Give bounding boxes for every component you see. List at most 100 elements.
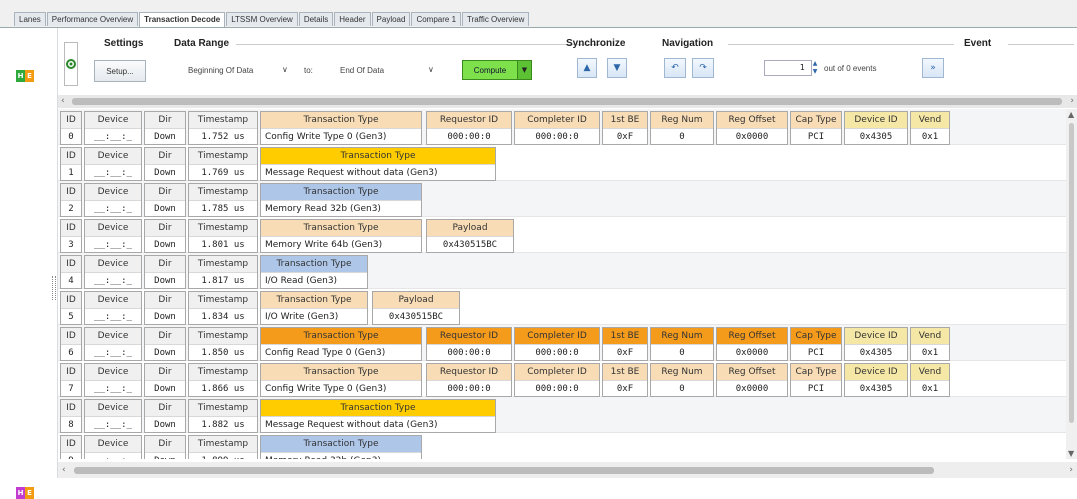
device-cell[interactable]: Device__:__:_ bbox=[84, 327, 142, 361]
table-row[interactable]: ID 0 Device __:__:_ Dir Down Timestamp 1.752 us… bbox=[58, 109, 1066, 145]
table-row[interactable]: ID 3 Device __:__:_ Dir Down Timestamp 1.801 us… bbox=[58, 217, 1066, 253]
range-from-select[interactable]: Beginning Of Data bbox=[188, 66, 253, 75]
bottom-scroll-thumb[interactable] bbox=[74, 467, 934, 474]
transaction-type-cell[interactable]: Transaction TypeMemory Read 32b (Gen3) bbox=[260, 183, 422, 217]
timestamp-cell[interactable]: Timestamp 1.785 us bbox=[188, 183, 258, 217]
range-to-chevron-icon[interactable]: ∨ bbox=[428, 65, 434, 74]
table-row[interactable]: ID 6 Device __:__:_ Dir Down Timestamp 1.850 us… bbox=[58, 325, 1066, 361]
tab-payload[interactable]: Payload bbox=[371, 12, 411, 26]
transaction-type-cell[interactable]: Transaction TypeMemory Read 32b (Gen3) bbox=[260, 435, 422, 459]
completer-id-cell[interactable]: Completer ID 000:00:0 bbox=[514, 363, 600, 397]
dir-cell[interactable]: DirDown bbox=[144, 363, 186, 397]
completer-id-cell[interactable]: Completer ID 000:00:0 bbox=[514, 327, 600, 361]
reg-num-cell[interactable]: Reg Num 0 bbox=[650, 327, 714, 361]
device-id-cell[interactable]: Device ID 0x4305 bbox=[844, 327, 908, 361]
id-cell[interactable]: ID 2 bbox=[60, 183, 82, 217]
tab-details[interactable]: Details bbox=[298, 12, 334, 26]
dir-cell[interactable]: DirDown bbox=[144, 327, 186, 361]
event-spinner[interactable]: ▲ ▼ bbox=[810, 60, 820, 76]
id-cell[interactable]: ID 5 bbox=[60, 291, 82, 325]
device-cell[interactable]: Device__:__:_ bbox=[84, 219, 142, 253]
id-cell[interactable]: ID 6 bbox=[60, 327, 82, 361]
timestamp-cell[interactable]: Timestamp 1.769 us bbox=[188, 147, 258, 181]
device-cell[interactable]: Device__:__:_ bbox=[84, 111, 142, 145]
first-be-cell[interactable]: 1st BE 0xF bbox=[602, 363, 648, 397]
id-cell[interactable]: ID 3 bbox=[60, 219, 82, 253]
splitter-grip[interactable] bbox=[52, 276, 56, 300]
device-cell[interactable]: Device__:__:_ bbox=[84, 291, 142, 325]
bottom-horizontal-scrollbar[interactable]: ‹ › bbox=[58, 462, 1077, 478]
id-cell[interactable]: ID 1 bbox=[60, 147, 82, 181]
transaction-type-cell[interactable]: Transaction Type Config Write Type 0 (Gen… bbox=[260, 363, 422, 397]
scroll-left-icon[interactable]: ‹ bbox=[61, 95, 65, 108]
marker-top[interactable]: HE bbox=[16, 70, 34, 82]
sync-up-button[interactable]: ▲ bbox=[577, 58, 597, 78]
reg-offset-cell[interactable]: Reg Offset 0x0000 bbox=[716, 327, 788, 361]
table-row[interactable]: ID 7 Device __:__:_ Dir Down Timestamp 1.866 us… bbox=[58, 361, 1066, 397]
dir-cell[interactable]: DirDown bbox=[144, 255, 186, 289]
event-go-button[interactable]: » bbox=[922, 58, 944, 78]
cap-type-cell[interactable]: Cap Type PCI bbox=[790, 363, 842, 397]
payload-cell[interactable]: Payload 0x430515BC bbox=[426, 219, 514, 253]
transaction-type-cell[interactable]: Transaction Type Config Read Type 0 (Gen3… bbox=[260, 327, 422, 361]
device-cell[interactable]: Device__:__:_ bbox=[84, 399, 142, 433]
vendor-cell[interactable]: Vend 0x1 bbox=[910, 111, 950, 145]
id-cell[interactable]: ID 4 bbox=[60, 255, 82, 289]
range-from-chevron-icon[interactable]: ∨ bbox=[282, 65, 288, 74]
requestor-id-cell[interactable]: Requestor ID 000:00:0 bbox=[426, 363, 512, 397]
reg-num-cell[interactable]: Reg Num 0 bbox=[650, 111, 714, 145]
timestamp-cell[interactable]: Timestamp 1.866 us bbox=[188, 363, 258, 397]
timestamp-cell[interactable]: Timestamp 1.752 us bbox=[188, 111, 258, 145]
id-cell[interactable]: ID 7 bbox=[60, 363, 82, 397]
table-row[interactable]: ID 1 Device __:__:_ Dir Down Timestamp 1.769 us… bbox=[58, 145, 1066, 181]
dir-cell[interactable]: DirDown bbox=[144, 435, 186, 459]
vendor-cell[interactable]: Vend 0x1 bbox=[910, 327, 950, 361]
table-row[interactable]: ID9Device__:__:_DirDownTimestamp1.899 us… bbox=[58, 433, 1066, 459]
dir-cell[interactable]: DirDown bbox=[144, 399, 186, 433]
compute-button[interactable]: Compute ▼ bbox=[462, 60, 532, 80]
cap-type-cell[interactable]: Cap Type PCI bbox=[790, 327, 842, 361]
bottom-scroll-right-icon[interactable]: › bbox=[1069, 462, 1073, 478]
nav-forward-button[interactable]: ↷ bbox=[692, 58, 714, 78]
tab-compare-1[interactable]: Compare 1 bbox=[411, 12, 462, 26]
scroll-down-icon[interactable]: ▼ bbox=[1068, 449, 1074, 458]
nav-back-button[interactable]: ↶ bbox=[664, 58, 686, 78]
requestor-id-cell[interactable]: Requestor ID 000:00:0 bbox=[426, 327, 512, 361]
table-row[interactable]: ID 8 Device __:__:_ Dir Down Timestamp 1.882 us… bbox=[58, 397, 1066, 433]
dir-cell[interactable]: DirDown bbox=[144, 183, 186, 217]
reg-offset-cell[interactable]: Reg Offset 0x0000 bbox=[716, 363, 788, 397]
id-cell[interactable]: ID 8 bbox=[60, 399, 82, 433]
scroll-up-icon[interactable]: ▲ bbox=[1068, 110, 1074, 119]
transaction-type-cell[interactable]: Transaction Type I/O Write (Gen3) bbox=[260, 291, 368, 325]
transaction-type-cell[interactable]: Transaction Type Config Write Type 0 (Gen… bbox=[260, 111, 422, 145]
dir-cell[interactable]: DirDown bbox=[144, 111, 186, 145]
transaction-type-cell[interactable]: Transaction Type Message Request without … bbox=[260, 399, 496, 433]
tab-traffic-overview[interactable]: Traffic Overview bbox=[462, 12, 530, 26]
reg-num-cell[interactable]: Reg Num 0 bbox=[650, 363, 714, 397]
id-cell[interactable]: ID 0 bbox=[60, 111, 82, 145]
dir-cell[interactable]: DirDown bbox=[144, 219, 186, 253]
vendor-cell[interactable]: Vend 0x1 bbox=[910, 363, 950, 397]
timestamp-cell[interactable]: Timestamp 1.882 us bbox=[188, 399, 258, 433]
scroll-thumb[interactable] bbox=[72, 98, 1062, 105]
device-id-cell[interactable]: Device ID 0x4305 bbox=[844, 363, 908, 397]
dir-cell[interactable]: DirDown bbox=[144, 147, 186, 181]
spin-down-icon[interactable]: ▼ bbox=[810, 68, 820, 76]
transaction-type-cell[interactable]: Transaction Type Memory Write 64b (Gen3) bbox=[260, 219, 422, 253]
dir-cell[interactable]: DirDown bbox=[144, 291, 186, 325]
reg-offset-cell[interactable]: Reg Offset 0x0000 bbox=[716, 111, 788, 145]
vertical-scroll-thumb[interactable] bbox=[1069, 123, 1074, 423]
id-cell[interactable]: ID9 bbox=[60, 435, 82, 459]
marker-bottom[interactable]: HE bbox=[16, 487, 34, 499]
cap-type-cell[interactable]: Cap Type PCI bbox=[790, 111, 842, 145]
compute-dropdown-icon[interactable]: ▼ bbox=[517, 61, 531, 79]
transaction-type-cell[interactable]: Transaction Type I/O Read (Gen3) bbox=[260, 255, 368, 289]
tab-lanes[interactable]: Lanes bbox=[14, 12, 46, 26]
requestor-id-cell[interactable]: Requestor ID 000:00:0 bbox=[426, 111, 512, 145]
timestamp-cell[interactable]: Timestamp 1.801 us bbox=[188, 219, 258, 253]
timestamp-cell[interactable]: Timestamp 1.817 us bbox=[188, 255, 258, 289]
device-cell[interactable]: Device__:__:_ bbox=[84, 363, 142, 397]
device-cell[interactable]: Device__:__:_ bbox=[84, 255, 142, 289]
timestamp-cell[interactable]: Timestamp 1.834 us bbox=[188, 291, 258, 325]
bottom-scroll-left-icon[interactable]: ‹ bbox=[62, 462, 66, 478]
